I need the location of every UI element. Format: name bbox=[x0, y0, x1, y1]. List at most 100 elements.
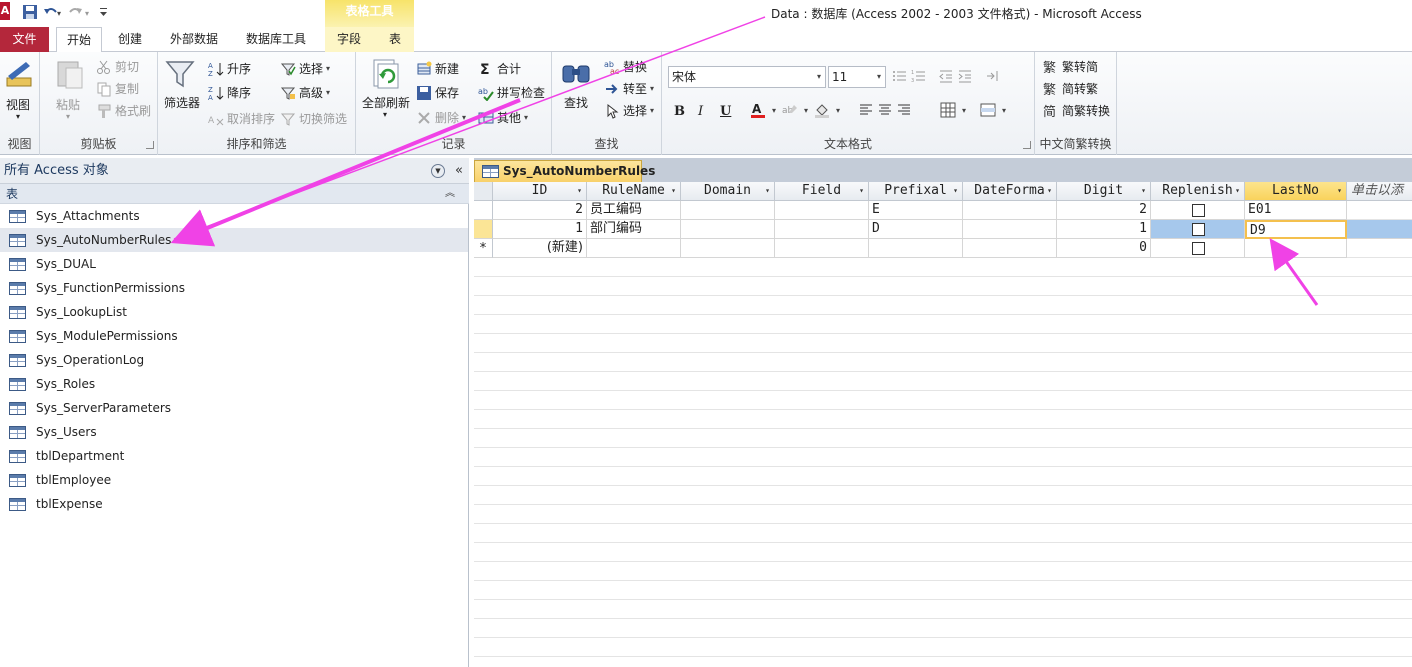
column-header[interactable]: Replenish ▾ bbox=[1151, 182, 1245, 201]
fill-color-button[interactable]: ▾ bbox=[814, 102, 840, 118]
sort-descending-button[interactable]: ZA 降序 bbox=[208, 84, 251, 102]
cell-rulename[interactable] bbox=[587, 239, 681, 258]
binoculars-icon[interactable] bbox=[560, 58, 592, 90]
tab-fields[interactable]: 字段 bbox=[331, 27, 367, 52]
bold-button[interactable]: B bbox=[674, 104, 685, 119]
cell-field[interactable] bbox=[775, 239, 869, 258]
cell-replenish[interactable] bbox=[1151, 239, 1245, 258]
tab-create[interactable]: 创建 bbox=[112, 27, 148, 52]
section-collapse-icon[interactable]: ︽ bbox=[445, 184, 455, 204]
nav-collapse-icon[interactable]: « bbox=[455, 158, 463, 184]
column-sort-dropdown-icon[interactable]: ▾ bbox=[765, 182, 770, 200]
cell-field[interactable] bbox=[775, 201, 869, 220]
tab-external-data[interactable]: 外部数据 bbox=[164, 27, 224, 52]
font-color-button[interactable]: A ▾ bbox=[750, 102, 776, 118]
refresh-all-icon[interactable] bbox=[370, 58, 402, 90]
to-traditional-button[interactable]: 繁 简转繁 bbox=[1043, 80, 1098, 98]
view-icon[interactable] bbox=[4, 58, 36, 90]
cell-rulename[interactable]: 部门编码 bbox=[587, 220, 681, 239]
column-sort-dropdown-icon[interactable]: ▾ bbox=[859, 182, 864, 200]
cell-field[interactable] bbox=[775, 220, 869, 239]
nav-item-table[interactable]: tblEmployee bbox=[0, 468, 468, 492]
goto-button[interactable]: 转至 ▾ bbox=[604, 80, 654, 97]
align-right-icon[interactable] bbox=[896, 102, 912, 118]
text-format-launcher-icon[interactable] bbox=[1023, 141, 1031, 149]
advanced-filter-button[interactable]: 高级 ▾ bbox=[280, 84, 330, 101]
cell-digit[interactable]: 2 bbox=[1057, 201, 1151, 220]
column-header[interactable]: RuleName ▾ bbox=[587, 182, 681, 201]
find-button[interactable]: 查找 bbox=[564, 94, 588, 111]
column-header[interactable]: ID ▾ bbox=[493, 182, 587, 201]
replace-button[interactable]: ab ac 替换 bbox=[604, 58, 647, 76]
numbered-list-icon[interactable]: 13 bbox=[911, 68, 927, 84]
click-to-add-column-header[interactable]: 单击以添 bbox=[1347, 182, 1412, 201]
document-tab[interactable]: Sys_AutoNumberRules bbox=[474, 160, 655, 182]
nav-item-table[interactable]: tblExpense bbox=[0, 492, 468, 516]
gridlines-button[interactable]: ▾ bbox=[940, 102, 966, 118]
tab-file[interactable]: 文件 bbox=[0, 27, 49, 52]
tab-database-tools[interactable]: 数据库工具 bbox=[240, 27, 312, 52]
increase-indent-icon[interactable] bbox=[957, 68, 973, 84]
column-header[interactable]: LastNo ▾ bbox=[1245, 182, 1347, 201]
selection-filter-button[interactable]: 选择 ▾ bbox=[280, 60, 330, 77]
nav-section-tables[interactable]: 表 ︽ bbox=[0, 184, 469, 204]
column-header[interactable]: Prefixal ▾ bbox=[869, 182, 963, 201]
nav-item-table[interactable]: Sys_OperationLog bbox=[0, 348, 468, 372]
format-painter-button[interactable]: 格式刷 bbox=[96, 102, 151, 119]
redo-icon[interactable]: ▾ bbox=[68, 4, 94, 20]
cell-domain[interactable] bbox=[681, 220, 775, 239]
paste-icon[interactable] bbox=[54, 58, 86, 90]
save-icon[interactable] bbox=[22, 4, 38, 20]
customize-qat-icon[interactable] bbox=[98, 4, 110, 20]
paste-caret-icon[interactable]: ▾ bbox=[66, 112, 70, 121]
cell-lastno[interactable]: D9 bbox=[1245, 220, 1347, 239]
cell-prefixal[interactable]: E bbox=[869, 201, 963, 220]
nav-item-table[interactable]: Sys_Roles bbox=[0, 372, 468, 396]
cell-digit[interactable]: 1 bbox=[1057, 220, 1151, 239]
convert-button[interactable]: 简 简繁转换 bbox=[1043, 102, 1110, 120]
replenish-checkbox[interactable] bbox=[1192, 223, 1205, 236]
refresh-caret-icon[interactable]: ▾ bbox=[383, 110, 387, 119]
to-simplified-button[interactable]: 繁 繁转简 bbox=[1043, 58, 1098, 76]
list-buttons[interactable]: 13 bbox=[892, 68, 1003, 84]
column-header[interactable]: DateForma ▾ bbox=[963, 182, 1057, 201]
clear-sort-button[interactable]: A 取消排序 bbox=[208, 110, 275, 127]
cut-button[interactable]: 剪切 bbox=[96, 58, 139, 75]
save-record-button[interactable]: 保存 bbox=[416, 84, 459, 101]
sort-ascending-button[interactable]: AZ 升序 bbox=[208, 60, 251, 78]
paragraph-direction-icon[interactable] bbox=[984, 68, 1000, 84]
undo-icon[interactable]: ▾ bbox=[42, 4, 64, 20]
nav-item-table[interactable]: Sys_Users bbox=[0, 420, 468, 444]
access-app-icon[interactable]: A bbox=[0, 2, 10, 20]
decrease-indent-icon[interactable] bbox=[938, 68, 954, 84]
align-center-icon[interactable] bbox=[877, 102, 893, 118]
cell-replenish[interactable] bbox=[1151, 220, 1245, 239]
totals-button[interactable]: Σ 合计 bbox=[478, 60, 521, 78]
cell-lastno[interactable] bbox=[1245, 239, 1347, 258]
toggle-filter-button[interactable]: 切换筛选 bbox=[280, 110, 347, 127]
spelling-button[interactable]: ab 拼写检查 bbox=[478, 84, 545, 102]
cell-digit[interactable]: 0 bbox=[1057, 239, 1151, 258]
column-header[interactable]: Field ▾ bbox=[775, 182, 869, 201]
more-button[interactable]: 其他 ▾ bbox=[478, 109, 528, 126]
align-left-icon[interactable] bbox=[858, 102, 874, 118]
tab-table[interactable]: 表 bbox=[383, 27, 407, 52]
cell-dateforma[interactable] bbox=[963, 239, 1057, 258]
alternate-row-color-button[interactable]: ▾ bbox=[980, 102, 1006, 118]
nav-header[interactable]: 所有 Access 对象 ▼ « bbox=[0, 158, 469, 184]
nav-item-table[interactable]: Sys_FunctionPermissions bbox=[0, 276, 468, 300]
column-sort-dropdown-icon[interactable]: ▾ bbox=[953, 182, 958, 200]
cell-lastno[interactable]: E01 bbox=[1245, 201, 1347, 220]
nav-item-table[interactable]: Sys_ServerParameters bbox=[0, 396, 468, 420]
font-family-dropdown-icon[interactable]: ▾ bbox=[813, 67, 825, 87]
view-caret-icon[interactable]: ▾ bbox=[16, 112, 20, 121]
new-record-selector[interactable]: * bbox=[474, 239, 493, 258]
font-size-select[interactable]: 11 ▾ bbox=[828, 66, 886, 88]
cell-id[interactable]: (新建) bbox=[493, 239, 587, 258]
nav-item-table[interactable]: Sys_ModulePermissions bbox=[0, 324, 468, 348]
copy-button[interactable]: 复制 bbox=[96, 80, 139, 97]
replenish-checkbox[interactable] bbox=[1192, 242, 1205, 255]
column-sort-dropdown-icon[interactable]: ▾ bbox=[1047, 182, 1052, 200]
column-sort-dropdown-icon[interactable]: ▾ bbox=[1141, 182, 1146, 200]
column-sort-dropdown-icon[interactable]: ▾ bbox=[671, 182, 676, 200]
